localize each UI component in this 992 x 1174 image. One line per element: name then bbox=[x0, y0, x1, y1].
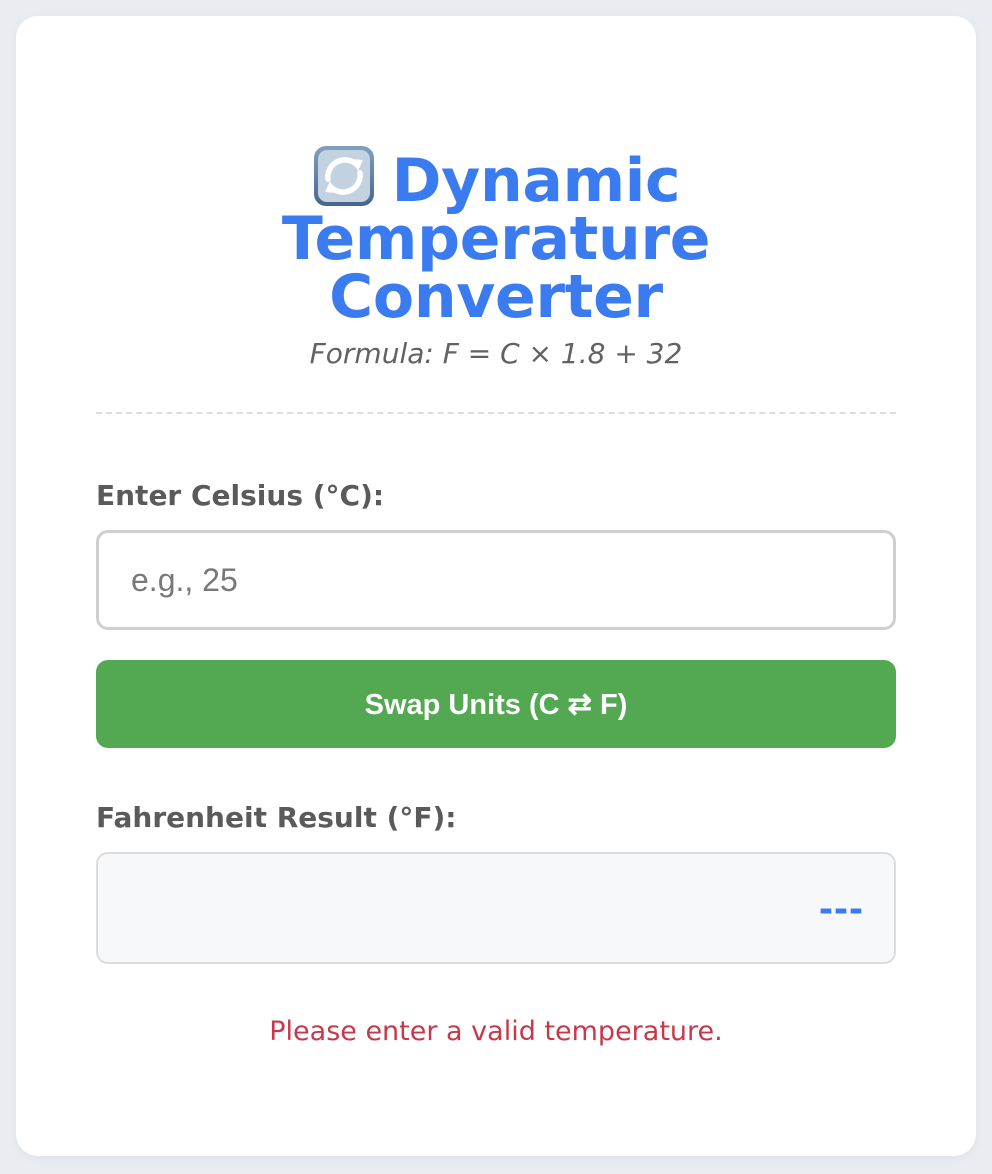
fahrenheit-label: Fahrenheit Result (°F): bbox=[96, 801, 457, 834]
refresh-arrows-icon bbox=[312, 144, 376, 208]
error-message: Please enter a valid temperature. bbox=[269, 1016, 723, 1047]
page-title: Dynamic Temperature Converter bbox=[96, 144, 896, 332]
celsius-input[interactable] bbox=[96, 530, 896, 630]
fahrenheit-result-box: --- bbox=[96, 852, 896, 964]
title-line-1: Dynamic Temperature bbox=[96, 144, 896, 269]
converter-card: Dynamic Temperature Converter Formula: F… bbox=[16, 16, 976, 1156]
fahrenheit-result-value: --- bbox=[819, 884, 864, 931]
formula-text: Formula: F = C × 1.8 + 32 bbox=[309, 337, 683, 370]
title-text-line-2: Converter bbox=[329, 262, 663, 332]
swap-units-button[interactable]: Swap Units (C ⇄ F) bbox=[96, 660, 896, 748]
divider bbox=[96, 412, 896, 414]
celsius-label: Enter Celsius (°C): bbox=[96, 479, 385, 512]
